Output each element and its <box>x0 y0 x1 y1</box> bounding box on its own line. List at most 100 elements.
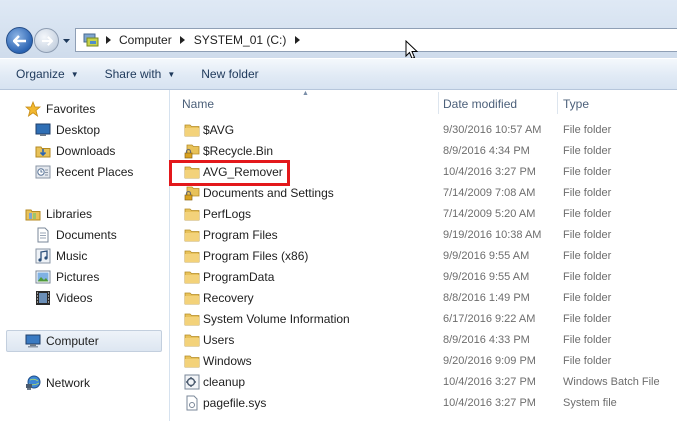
file-date: 9/19/2016 10:38 AM <box>443 229 542 241</box>
pictures-label: Pictures <box>56 270 100 284</box>
file-date: 9/30/2016 10:57 AM <box>443 124 542 136</box>
file-date: 9/9/2016 9:55 AM <box>443 250 530 262</box>
file-type: File folder <box>563 124 612 136</box>
pictures-icon <box>34 268 52 286</box>
file-date: 6/17/2016 9:22 AM <box>443 313 536 325</box>
folder-icon <box>184 227 200 243</box>
file-type: File folder <box>563 208 612 220</box>
nav-downloads[interactable]: Downloads <box>34 141 115 161</box>
file-row[interactable]: Users 8/9/2016 4:33 PM File folder <box>176 330 677 351</box>
computer-label: Computer <box>46 334 99 348</box>
file-row[interactable]: ProgramData 9/9/2016 9:55 AM File folder <box>176 267 677 288</box>
file-name: Windows <box>203 354 252 368</box>
file-type: File folder <box>563 271 612 283</box>
file-date: 9/9/2016 9:55 AM <box>443 271 530 283</box>
favorites-label: Favorites <box>46 102 96 116</box>
system-file-icon <box>184 395 200 411</box>
nav-libraries[interactable]: Libraries <box>24 204 92 224</box>
file-row[interactable]: $AVG 9/30/2016 10:57 AM File folder <box>176 120 677 141</box>
videos-label: Videos <box>56 291 93 305</box>
file-row[interactable]: PerfLogs 7/14/2009 5:20 AM File folder <box>176 204 677 225</box>
back-button[interactable] <box>6 27 33 54</box>
nav-favorites[interactable]: Favorites <box>24 99 95 119</box>
file-date: 10/4/2016 3:27 PM <box>443 166 536 178</box>
computer-location-icon <box>80 30 102 50</box>
recent-places-icon <box>34 163 52 181</box>
music-icon <box>34 247 52 265</box>
folder-icon <box>184 206 200 222</box>
forward-button[interactable] <box>34 28 59 53</box>
file-row[interactable]: Recovery 8/8/2016 1:49 PM File folder <box>176 288 677 309</box>
back-arrow-icon <box>12 34 26 47</box>
file-date: 8/9/2016 4:34 PM <box>443 145 530 157</box>
file-name: $AVG <box>203 123 235 137</box>
file-type: File folder <box>563 229 612 241</box>
new-folder-button[interactable]: New folder <box>195 62 264 86</box>
libraries-label: Libraries <box>46 207 93 221</box>
nav-desktop[interactable]: Desktop <box>34 120 100 140</box>
column-date-label: Date modified <box>443 97 518 111</box>
command-bar: Organize ▼ Share with ▼ New folder <box>0 58 677 90</box>
nav-documents[interactable]: Documents <box>34 225 117 245</box>
file-row[interactable]: Documents and Settings 7/14/2009 7:08 AM F… <box>176 183 677 204</box>
file-type: File folder <box>563 187 612 199</box>
breadcrumb-separator[interactable] <box>102 36 114 44</box>
file-type: File folder <box>563 355 612 367</box>
nav-network[interactable]: Network <box>24 373 90 393</box>
file-name: $Recycle.Bin <box>203 144 274 158</box>
chevron-down-icon: ▼ <box>70 69 79 79</box>
desktop-label: Desktop <box>56 123 101 137</box>
file-name: Recovery <box>203 291 254 305</box>
file-date: 8/9/2016 4:33 PM <box>443 334 530 346</box>
chevron-down-icon <box>63 39 70 43</box>
file-name: cleanup <box>203 375 246 389</box>
file-row[interactable]: Program Files 9/19/2016 10:38 AM File fold… <box>176 225 677 246</box>
column-header-type[interactable]: Type <box>563 92 673 116</box>
column-type-label: Type <box>563 97 590 111</box>
file-row[interactable]: pagefile.sys 10/4/2016 3:27 PM System file <box>176 393 677 414</box>
file-row[interactable]: Program Files (x86) 9/9/2016 9:55 AM File … <box>176 246 677 267</box>
breadcrumb-system-drive[interactable]: SYSTEM_01 (C:) <box>189 33 292 47</box>
libraries-icon <box>24 205 42 223</box>
file-list: ▲ Name Date modified Type $AVG 9/30/2016 … <box>169 90 677 421</box>
nav-computer[interactable]: Computer <box>24 331 99 351</box>
documents-icon <box>34 226 52 244</box>
highlight-annotation-box <box>169 160 290 186</box>
column-divider[interactable] <box>557 92 558 114</box>
column-divider[interactable] <box>438 92 439 114</box>
breadcrumb-computer[interactable]: Computer <box>114 33 177 47</box>
breadcrumb-separator[interactable] <box>291 36 303 44</box>
file-row[interactable]: Windows 9/20/2016 9:09 PM File folder <box>176 351 677 372</box>
file-name: Program Files (x86) <box>203 249 309 263</box>
nav-music[interactable]: Music <box>34 246 87 266</box>
column-header-date[interactable]: Date modified <box>443 92 557 116</box>
share-with-button[interactable]: Share with ▼ <box>99 62 182 86</box>
new-folder-label: New folder <box>201 67 259 81</box>
file-date: 7/14/2009 7:08 AM <box>443 187 536 199</box>
file-type: File folder <box>563 313 612 325</box>
file-name: PerfLogs <box>203 207 252 221</box>
file-name: Program Files <box>203 228 278 242</box>
file-row[interactable]: $Recycle.Bin 8/9/2016 4:34 PM File folder <box>176 141 677 162</box>
file-row[interactable]: System Volume Information 6/17/2016 9:22 … <box>176 309 677 330</box>
mouse-cursor-icon <box>405 40 418 60</box>
nav-videos[interactable]: Videos <box>34 288 92 308</box>
organize-button[interactable]: Organize ▼ <box>10 62 85 86</box>
nav-recent-places[interactable]: Recent Places <box>34 162 133 182</box>
file-type: File folder <box>563 250 612 262</box>
nav-pictures[interactable]: Pictures <box>34 267 99 287</box>
file-type: Windows Batch File <box>563 376 660 388</box>
file-row[interactable]: cleanup 10/4/2016 3:27 PM Windows Batch Fi… <box>176 372 677 393</box>
column-header-name[interactable]: Name <box>182 92 440 116</box>
folder-icon <box>184 311 200 327</box>
address-bar[interactable]: Computer SYSTEM_01 (C:) <box>75 28 677 52</box>
recent-pages-dropdown[interactable] <box>62 37 71 45</box>
downloads-icon <box>34 142 52 160</box>
breadcrumb-separator[interactable] <box>177 36 189 44</box>
share-with-label: Share with <box>104 67 162 81</box>
file-name: System Volume Information <box>203 312 350 326</box>
file-type: System file <box>563 397 617 409</box>
file-name: pagefile.sys <box>203 396 267 410</box>
organize-label: Organize <box>16 67 65 81</box>
chevron-down-icon: ▼ <box>167 69 176 79</box>
